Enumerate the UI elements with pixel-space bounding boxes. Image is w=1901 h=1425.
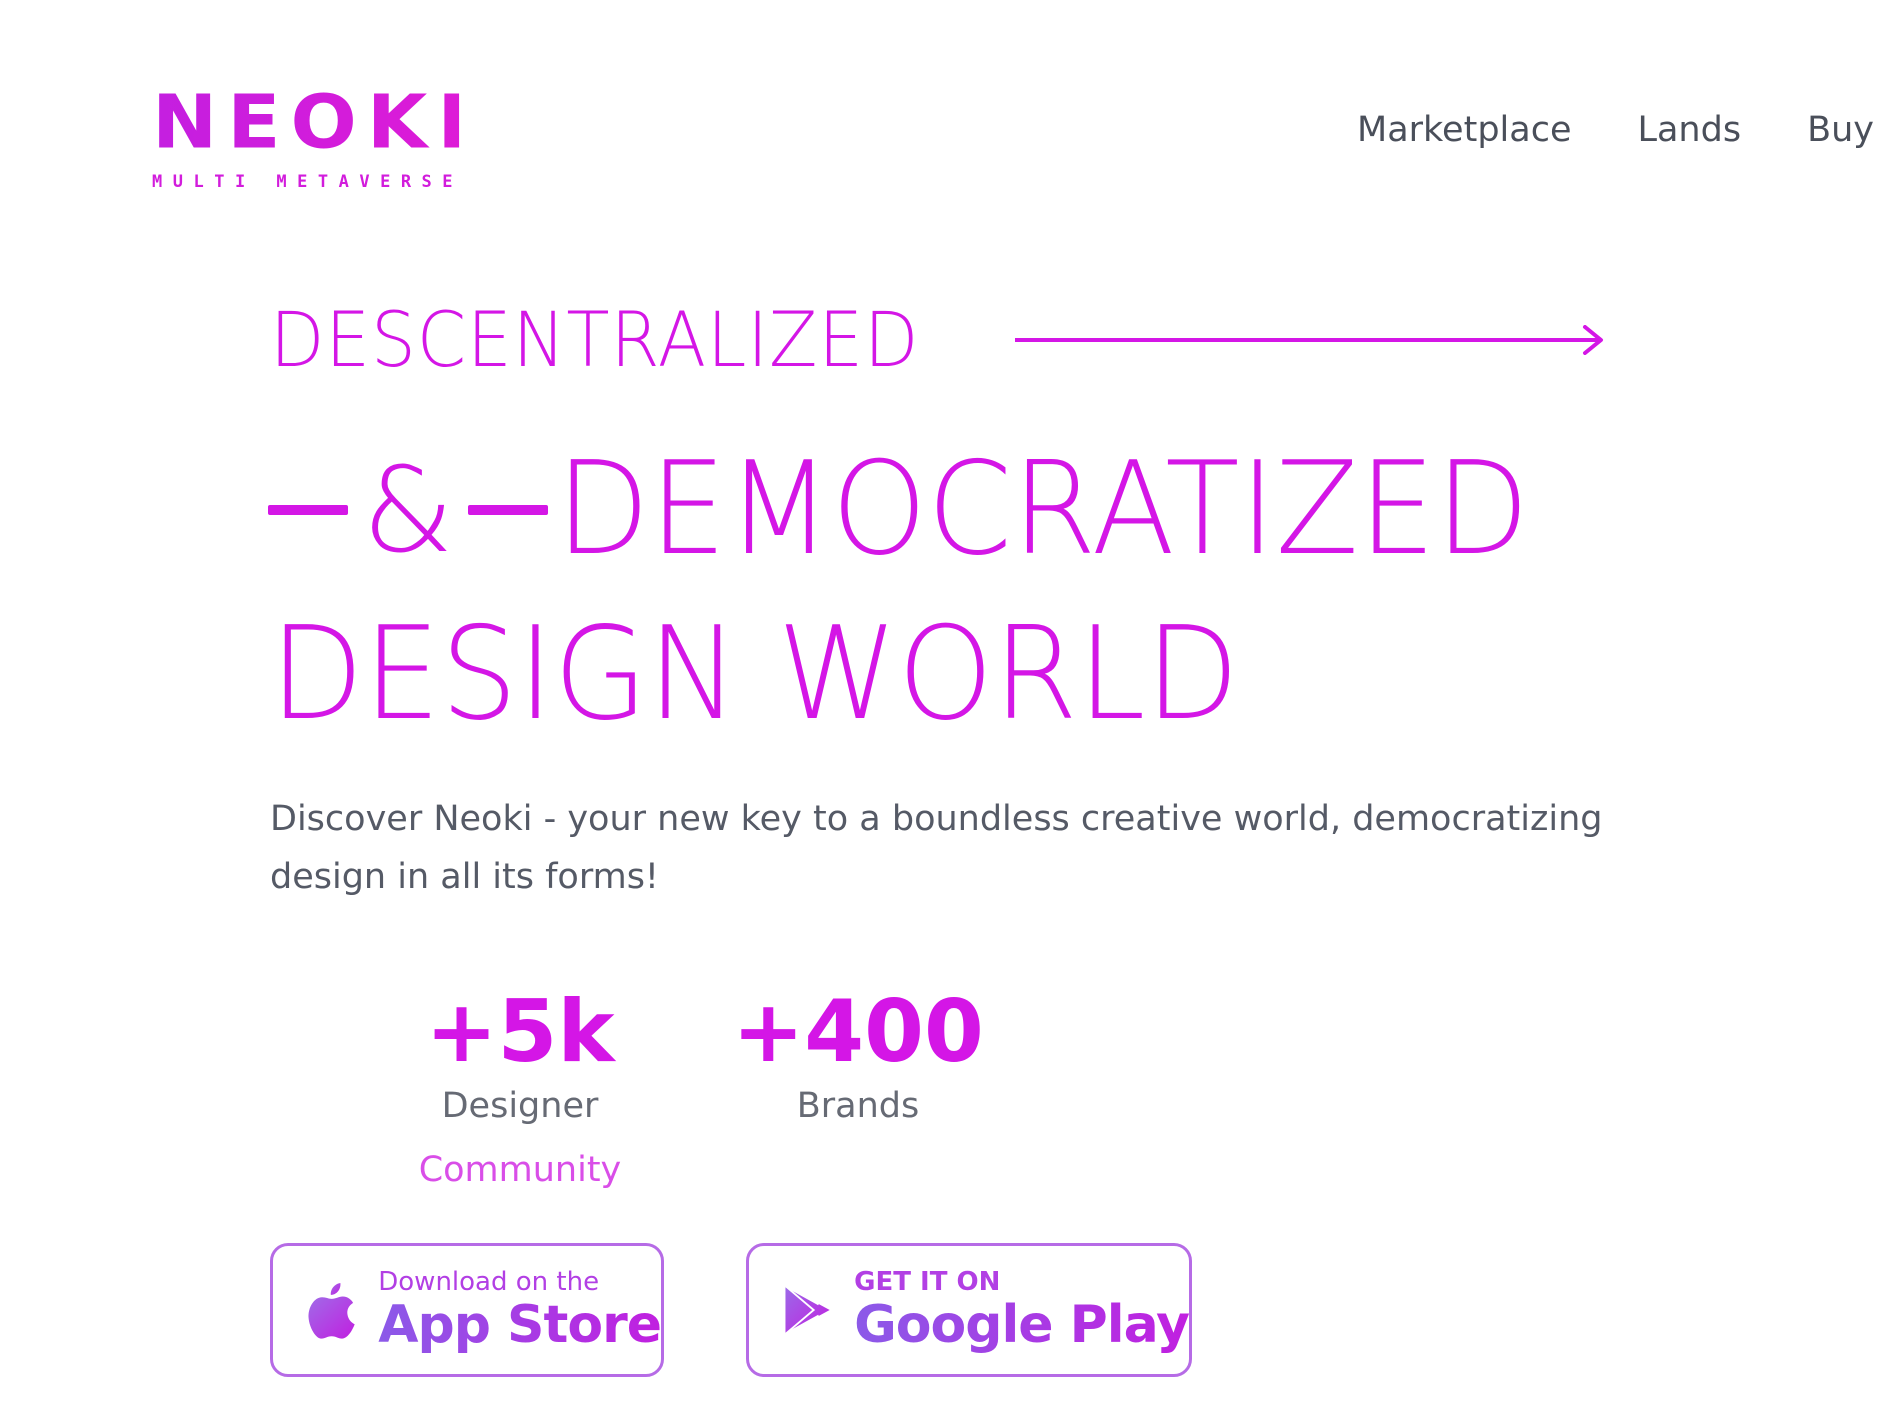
logo-wordmark: NEOKI	[152, 82, 492, 164]
hero-democratized: DEMOCRATIZED	[556, 435, 1530, 584]
app-store-small: Download on the	[378, 1267, 600, 1297]
app-store-button[interactable]: Download on the App Store	[270, 1243, 664, 1377]
stat-label: Brands	[796, 1086, 920, 1126]
hero-descentralized: DESCENTRALIZED	[270, 295, 920, 384]
neoki-logo[interactable]: NEOKI MULTI METAVERSE	[152, 82, 492, 192]
stat-designers: +5k Designer Community	[400, 982, 640, 1194]
logo-tagline: MULTI METAVERSE	[152, 172, 464, 192]
nav-lands[interactable]: Lands	[1637, 110, 1741, 150]
hero-line-1: DESCENTRALIZED	[270, 295, 1607, 385]
hero-ampersand: &	[362, 441, 455, 579]
main-nav: Marketplace Lands Buy	[1357, 110, 1874, 150]
dash-decoration	[268, 505, 348, 515]
hero-design-world: DESIGN WORLD	[270, 600, 1240, 749]
hero-line-3: DESIGN WORLD	[270, 605, 1290, 745]
google-play-button[interactable]: GET IT ON Google Play	[746, 1243, 1192, 1377]
google-play-small: GET IT ON	[854, 1267, 1001, 1297]
google-play-big: Google Play	[854, 1295, 1190, 1355]
google-play-text: GET IT ON Google Play	[854, 1267, 1190, 1355]
stat-value: +400	[732, 982, 984, 1082]
nav-buy[interactable]: Buy	[1807, 110, 1874, 150]
stat-label: Designer	[441, 1086, 599, 1126]
app-store-text: Download on the App Store	[378, 1267, 662, 1355]
stat-sublabel: Community	[418, 1150, 622, 1190]
arrow-right-icon	[1015, 325, 1603, 355]
hero-description: Discover Neoki - your new key to a bound…	[270, 799, 1603, 897]
nav-marketplace[interactable]: Marketplace	[1357, 110, 1571, 150]
hero-line-2: & DEMOCRATIZED	[268, 440, 1580, 580]
stat-value: +5k	[425, 982, 615, 1082]
play-store-icon	[784, 1285, 830, 1335]
dash-decoration	[468, 505, 549, 515]
apple-icon	[308, 1282, 355, 1339]
app-store-big: App Store	[378, 1295, 662, 1355]
stat-brands: +400 Brands	[728, 982, 988, 1130]
